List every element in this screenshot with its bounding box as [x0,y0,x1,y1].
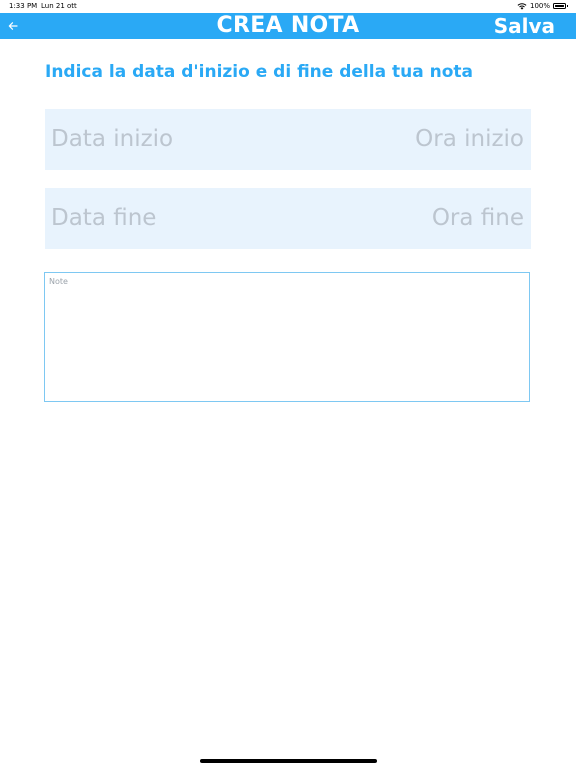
end-date-field[interactable]: Data fine [51,188,156,249]
page-title: CREA NOTA [216,13,360,38]
save-button[interactable]: Salva [494,13,555,39]
battery-percentage: 100% [529,2,550,10]
start-date-field[interactable]: Data inizio [51,109,173,170]
home-indicator [200,759,377,763]
instruction-text: Indica la data d'inizio e di fine della … [45,62,473,82]
battery-icon [553,3,568,9]
status-date: Lun 21 ott [41,2,77,10]
wifi-icon [517,2,527,10]
start-time-field[interactable]: Ora inizio [415,109,524,170]
status-time: 1:33 PM [9,2,38,10]
start-datetime-row: Data inizio Ora inizio [45,109,531,170]
status-bar: 1:33 PM Lun 21 ott 100% [0,0,576,13]
note-textarea[interactable] [44,272,530,402]
status-indicators: 100% [517,2,568,10]
end-datetime-row: Data fine Ora fine [45,188,531,249]
nav-bar: CREA NOTA Salva [0,13,576,39]
end-time-field[interactable]: Ora fine [432,188,524,249]
